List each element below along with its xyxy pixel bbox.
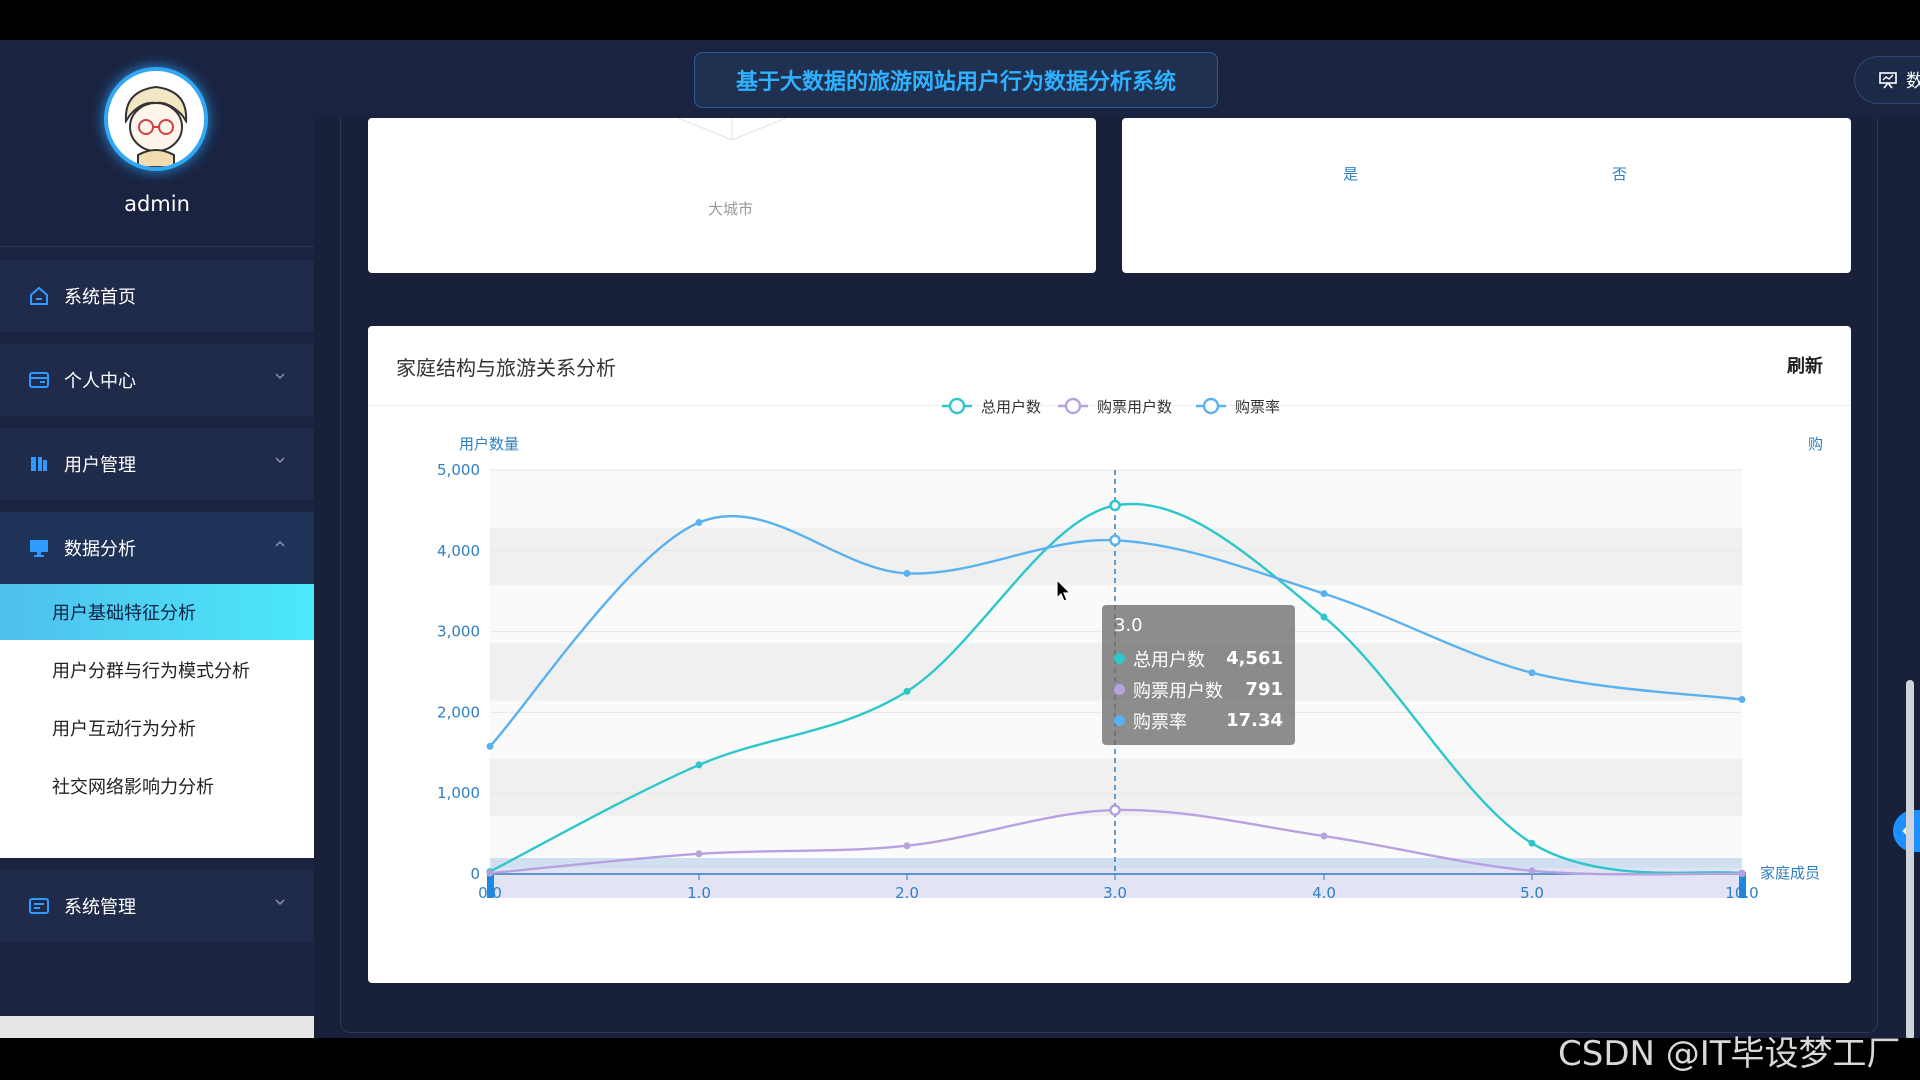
y-tick-label: 1,000 — [437, 784, 480, 802]
x-tick-label: 10.0 — [1725, 884, 1758, 902]
x-axis-title: 家庭成员 — [1760, 864, 1820, 882]
tooltip-title: 3.0 — [1114, 615, 1143, 636]
series-point — [486, 742, 494, 750]
series-point — [1528, 867, 1536, 875]
line-chart[interactable]: 0 1,000 2,000 3,000 4,000 5,000 用户数量 购家庭成员 0.0 1.… — [0, 40, 1920, 1038]
legend-label: 总用户数 — [981, 398, 1041, 416]
series-point — [1738, 870, 1746, 878]
tooltip-series-name: 购票用户数 — [1133, 680, 1223, 702]
tooltip-row: 总用户数 4,561 — [1114, 643, 1283, 674]
series-point — [695, 850, 703, 858]
legend-label: 购票率 — [1235, 398, 1280, 416]
x-tick-label: 1.0 — [687, 884, 711, 902]
series-point — [1528, 839, 1536, 847]
series-point — [903, 687, 911, 695]
x-tick-label: 4.0 — [1312, 884, 1336, 902]
series-point — [1528, 669, 1536, 677]
series-point — [1109, 534, 1121, 547]
y-tick-label: 5,000 — [437, 461, 480, 479]
tooltip-row: 购票率 17.34 — [1114, 705, 1283, 736]
series-point — [1738, 695, 1746, 703]
series-point — [695, 761, 703, 769]
series-point — [486, 869, 494, 877]
legend-marker-icon — [948, 397, 966, 415]
legend-dot-icon — [1114, 715, 1125, 726]
page-scrollbar[interactable] — [1906, 680, 1914, 1038]
legend-label: 购票用户数 — [1097, 398, 1172, 416]
watermark-text: CSDN @IT毕设梦工厂 — [1558, 1034, 1901, 1074]
y-tick-label: 3,000 — [437, 623, 480, 641]
series-point — [695, 519, 703, 527]
series-point — [1320, 613, 1328, 621]
series-point — [1109, 499, 1121, 512]
y-axis-right-title: 购 — [1808, 435, 1823, 453]
tooltip-series-value: 791 — [1245, 679, 1283, 700]
legend-marker-icon — [1202, 397, 1220, 415]
mouse-cursor-icon — [1056, 579, 1072, 602]
tooltip-series-value: 4,561 — [1226, 648, 1283, 669]
y-tick-label: 0 — [470, 865, 480, 883]
legend-dot-icon — [1114, 653, 1125, 664]
tooltip-series-name: 总用户数 — [1133, 649, 1205, 671]
x-tick-label: 3.0 — [1103, 884, 1127, 902]
tooltip-row: 购票用户数 791 — [1114, 674, 1283, 705]
y-axis-title: 用户数量 — [459, 435, 519, 453]
series-point — [1320, 590, 1328, 598]
series-point — [1320, 832, 1328, 840]
datazoom-handle-bar — [490, 858, 1742, 868]
grid-band — [490, 470, 1742, 528]
x-tick-label: 0.0 — [478, 884, 502, 902]
series-point — [1109, 804, 1121, 816]
series-point — [903, 569, 911, 577]
legend-marker-icon — [1064, 397, 1082, 415]
y-tick-label: 2,000 — [437, 703, 480, 721]
legend-dot-icon — [1114, 684, 1125, 695]
series-point — [903, 842, 911, 850]
tooltip-series-name: 购票率 — [1133, 711, 1187, 733]
tooltip-series-value: 17.34 — [1226, 710, 1283, 731]
chart-tooltip: 3.0 总用户数 4,561 购票用户数 791 购票率 17.34 — [1102, 605, 1295, 745]
app-window: admin 系统首页 个人中心 用户管理 数据分析 用户基础特征分析 用户分群与… — [0, 40, 1920, 1038]
x-tick-label: 5.0 — [1520, 884, 1544, 902]
y-tick-label: 4,000 — [437, 542, 480, 560]
x-tick-label: 2.0 — [895, 884, 919, 902]
